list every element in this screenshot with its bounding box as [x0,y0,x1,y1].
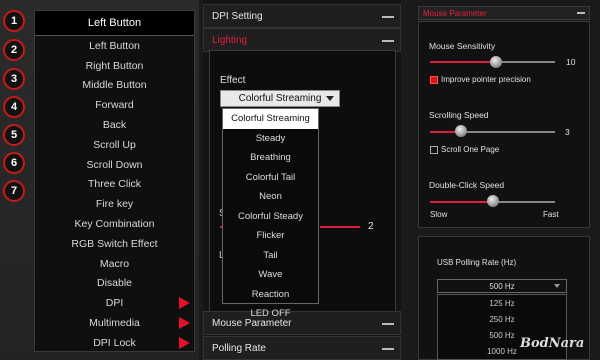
collapse-icon[interactable] [382,348,394,350]
effect-option[interactable]: Colorful Tail [223,168,318,188]
double-click-slider-knob[interactable] [487,195,499,207]
collapse-icon[interactable] [382,323,394,325]
effect-option[interactable]: Colorful Streaming [223,109,318,129]
function-option[interactable]: Middle Button [35,76,194,96]
improve-precision-checkbox[interactable] [430,76,438,84]
effect-selected-value: Colorful Streaming [238,93,322,104]
function-option-dpi[interactable]: DPI [35,293,194,313]
effect-option[interactable]: Reaction [223,285,318,305]
button-badge-7[interactable]: 7 [3,180,25,202]
function-option[interactable]: Right Button [35,56,194,76]
usb-polling-dropdown[interactable]: 500 Hz [437,279,567,293]
slow-label: Slow [430,210,448,219]
button-badge-1[interactable]: 1 [3,10,25,32]
scroll-one-page-label: Scroll One Page [441,145,500,154]
effect-option[interactable]: Neon [223,187,318,207]
lighting-title: Lighting [212,34,248,46]
function-option-label: Multimedia [89,317,140,330]
function-option[interactable]: RGB Switch Effect [35,234,194,254]
chevron-down-icon [554,284,560,288]
sensitivity-slider-knob[interactable] [490,56,502,68]
effect-dropdown[interactable]: Colorful Streaming [220,90,340,107]
double-click-label: Double-Click Speed [429,180,505,190]
function-option-label: DPI [105,297,124,310]
chevron-down-icon [326,96,334,101]
dpi-setting-title: DPI Setting [212,10,263,22]
function-option[interactable]: Scroll Down [35,155,194,175]
button-function-selected[interactable]: Left Button [35,11,194,36]
sensitivity-label: Mouse Sensitivity [429,41,496,51]
scroll-speed-value: 3 [565,127,570,137]
function-option[interactable]: Back [35,115,194,135]
collapse-icon[interactable] [577,12,585,14]
collapse-icon[interactable] [382,40,394,42]
button-badge-3[interactable]: 3 [3,68,25,90]
effect-label: Effect [220,75,246,86]
effect-option[interactable]: Steady [223,129,318,149]
usb-polling-label: USB Polling Rate (Hz) [437,258,517,267]
polling-rate-header[interactable]: Polling Rate [203,336,401,360]
function-option[interactable]: Key Combination [35,214,194,234]
button-assignment-panel: 1 2 3 4 5 6 7 Left Button Left Button Ri… [0,0,199,360]
effect-option[interactable]: Flicker [223,226,318,246]
usb-option[interactable]: 250 Hz [438,311,566,327]
function-option[interactable]: Scroll Up [35,135,194,155]
usb-option[interactable]: 125 Hz [438,295,566,311]
function-option-label: DPI Lock [93,336,136,349]
function-option-dpi-lock[interactable]: DPI Lock [35,333,194,353]
effect-option[interactable]: Colorful Steady [223,207,318,227]
scroll-speed-slider-knob[interactable] [455,125,467,137]
mouse-parameter-content [418,21,590,228]
effect-option[interactable]: LED OFF [223,304,318,324]
mouse-parameter-header[interactable]: Mouse Parameter [418,6,590,20]
submenu-arrow-icon [179,336,190,349]
collapse-icon[interactable] [382,16,394,18]
function-option[interactable]: Macro [35,254,194,274]
polling-rate-title: Polling Rate [212,342,266,354]
function-option[interactable]: Fire key [35,194,194,214]
submenu-arrow-icon [179,317,190,330]
button-badge-4[interactable]: 4 [3,96,25,118]
watermark-logo: BodNara [520,336,585,351]
mouse-parameter-title: Mouse Parameter [423,8,487,18]
button-badge-5[interactable]: 5 [3,124,25,146]
fast-label: Fast [543,210,559,219]
button-badge-2[interactable]: 2 [3,39,25,61]
dpi-setting-header[interactable]: DPI Setting [203,4,401,28]
function-option[interactable]: Left Button [35,36,194,56]
submenu-arrow-icon [179,297,190,310]
function-option[interactable]: Forward [35,95,194,115]
slider-track[interactable] [320,226,360,228]
sensitivity-value: 10 [566,57,576,67]
button-function-list: Left Button Left Button Right Button Mid… [34,10,195,352]
function-option-multimedia[interactable]: Multimedia [35,313,194,333]
effect-option[interactable]: Breathing [223,148,318,168]
scroll-speed-label: Scrolling Speed [429,110,489,120]
slider-value: 2 [368,221,374,232]
lighting-header[interactable]: Lighting [203,28,401,52]
scroll-one-page-checkbox[interactable] [430,146,438,154]
function-option[interactable]: Three Click [35,175,194,195]
effect-option[interactable]: Wave [223,265,318,285]
effect-dropdown-list: Colorful Streaming Steady Breathing Colo… [222,108,319,319]
double-click-slider-fill [430,201,492,203]
function-option[interactable]: Disable [35,274,194,294]
button-badge-6[interactable]: 6 [3,152,25,174]
improve-precision-label: Improve pointer precision [441,75,531,84]
effect-option[interactable]: Tail [223,246,318,266]
usb-selected-value: 500 Hz [489,281,515,291]
